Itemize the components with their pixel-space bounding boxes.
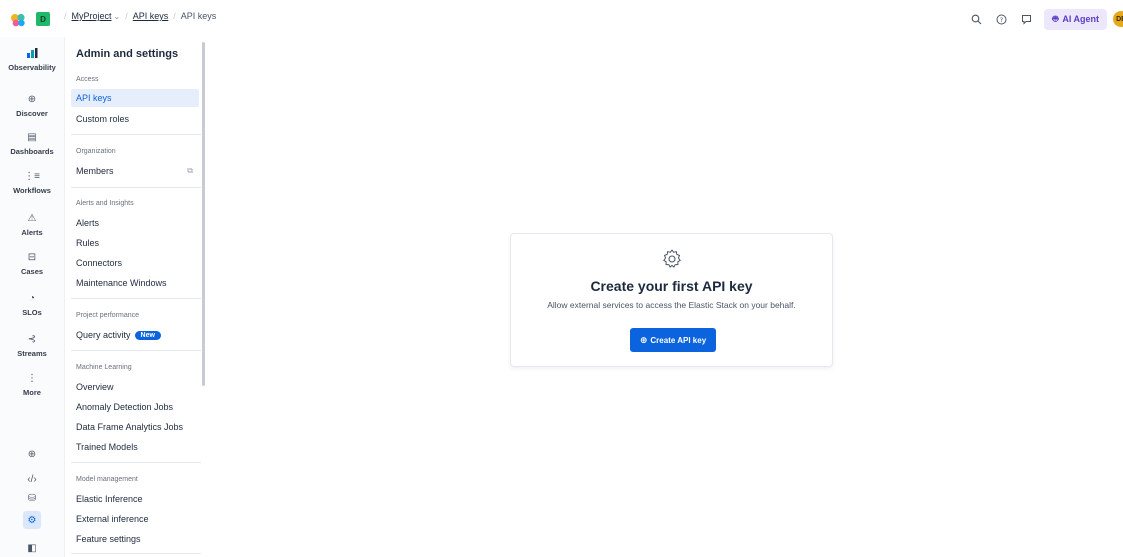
divider — [71, 298, 201, 299]
nav-item-dashboards[interactable]: ▤ Dashboards — [0, 130, 64, 157]
menu-item-external-inference[interactable]: External inference — [71, 510, 199, 528]
header-actions: ? 🤖︎ AI Agent DE — [969, 8, 1123, 30]
section-model-management: Model management — [76, 476, 138, 483]
nav-item-observability[interactable]: Observability — [0, 46, 64, 72]
menu-item-members[interactable]: Members ⧉ — [71, 162, 199, 180]
menu-item-elastic-inference[interactable]: Elastic Inference — [71, 490, 199, 508]
breadcrumb-project[interactable]: MyProject — [72, 11, 112, 21]
divider — [71, 553, 201, 554]
nav-item-alerts[interactable]: ⚠︎ Alerts — [0, 211, 64, 238]
empty-state-description: Allow external services to access the El… — [547, 300, 796, 310]
menu-item-trained-models[interactable]: Trained Models — [71, 438, 199, 456]
external-link-icon: ⧉ — [187, 166, 193, 175]
menu-item-alerts[interactable]: Alerts — [71, 214, 199, 232]
workflow-icon: ⋮≡ — [24, 170, 40, 182]
search-icon[interactable] — [969, 12, 983, 26]
menu-item-custom-roles[interactable]: Custom roles — [71, 110, 199, 128]
svg-text:?: ? — [1000, 16, 1003, 24]
nav-item-workflows[interactable]: ⋮≡ Workflows — [0, 169, 64, 196]
nav-item-discover[interactable]: ⊕ Discover — [0, 92, 64, 119]
collapse-nav-icon[interactable]: ◧ — [0, 543, 64, 554]
panel-scrollbar[interactable] — [202, 42, 205, 386]
user-avatar[interactable]: DE — [1113, 11, 1123, 27]
breadcrumb-api-keys-link[interactable]: API keys — [133, 11, 169, 21]
section-machine-learning: Machine Learning — [76, 364, 132, 371]
feedback-icon[interactable] — [1019, 12, 1033, 26]
briefcase-icon: ⊟ — [27, 251, 37, 263]
create-api-key-button[interactable]: ⊕ Create API key — [630, 328, 716, 352]
primary-nav: Observability ⊕ Discover ▤ Dashboards ⋮≡… — [0, 37, 64, 557]
robot-icon: 🤖︎ — [1052, 14, 1059, 25]
members-label: Members — [76, 166, 114, 176]
developer-tools-icon[interactable]: ‹/› — [0, 474, 64, 485]
section-project-performance: Project performance — [76, 312, 140, 319]
divider — [71, 187, 201, 188]
more-icon: ⋮ — [27, 372, 37, 384]
menu-item-api-keys[interactable]: API keys — [71, 89, 199, 107]
menu-item-overview[interactable]: Overview — [71, 378, 199, 396]
menu-item-anomaly-detection-jobs[interactable]: Anomaly Detection Jobs — [71, 398, 199, 416]
divider — [71, 462, 201, 463]
warning-icon: ⚠︎ — [27, 212, 37, 224]
settings-gear-icon[interactable]: ⚙︎ — [0, 511, 64, 529]
divider — [71, 350, 201, 351]
dashboard-icon: ▤ — [27, 131, 37, 143]
plus-circle-icon: ⊕ — [639, 334, 648, 345]
add-data-icon[interactable]: ⊕ — [0, 449, 64, 460]
section-alerts-insights: Alerts and Insights — [76, 200, 134, 207]
help-icon[interactable]: ? — [994, 12, 1008, 26]
menu-item-query-activity[interactable]: Query activity New — [71, 326, 199, 344]
breadcrumb-current: API keys — [180, 11, 217, 21]
space-avatar[interactable]: D — [36, 12, 50, 26]
gear-icon — [663, 249, 681, 268]
nav-item-cases[interactable]: ⊟ Cases — [0, 250, 64, 277]
chevron-down-icon[interactable]: ⌄ — [114, 12, 121, 21]
menu-item-connectors[interactable]: Connectors — [71, 254, 199, 272]
nav-item-slos[interactable]: ◔ SLOs — [0, 291, 64, 318]
create-api-key-label: Create API key — [650, 335, 707, 345]
ai-agent-button[interactable]: 🤖︎ AI Agent — [1044, 8, 1107, 30]
empty-state-title: Create your first API key — [590, 278, 753, 294]
section-access: Access — [76, 76, 99, 83]
streams-icon: ⊰ — [27, 333, 37, 345]
breadcrumb: / MyProject ⌄ / API keys / API keys — [64, 11, 217, 21]
panel-title: Admin and settings — [76, 48, 179, 60]
empty-state-card: Create your first API key Allow external… — [510, 233, 833, 367]
new-badge: New — [134, 330, 161, 340]
section-organization: Organization — [76, 148, 116, 155]
compass-icon: ⊕ — [27, 93, 37, 105]
menu-item-maintenance-windows[interactable]: Maintenance Windows — [71, 274, 199, 292]
nav-item-more[interactable]: ⋮ More — [0, 371, 64, 398]
nav-item-streams[interactable]: ⊰ Streams — [0, 332, 64, 359]
query-activity-label: Query activity — [76, 330, 131, 340]
settings-panel: Admin and settings Access API keys Custo… — [64, 37, 205, 557]
chart-icon — [0, 46, 64, 60]
top-bar: D / MyProject ⌄ / API keys / API keys ? … — [0, 0, 1123, 37]
main-content: Create your first API key Allow external… — [208, 37, 1123, 557]
stack-management-icon[interactable]: ⛁ — [0, 493, 64, 504]
divider — [71, 134, 201, 135]
ai-agent-label: AI Agent — [1062, 14, 1099, 24]
menu-item-rules[interactable]: Rules — [71, 234, 199, 252]
gauge-icon: ◔ — [28, 292, 36, 304]
menu-item-feature-settings[interactable]: Feature settings — [71, 530, 199, 548]
elastic-logo-icon[interactable] — [10, 13, 26, 27]
menu-item-data-frame-analytics-jobs[interactable]: Data Frame Analytics Jobs — [71, 418, 199, 436]
